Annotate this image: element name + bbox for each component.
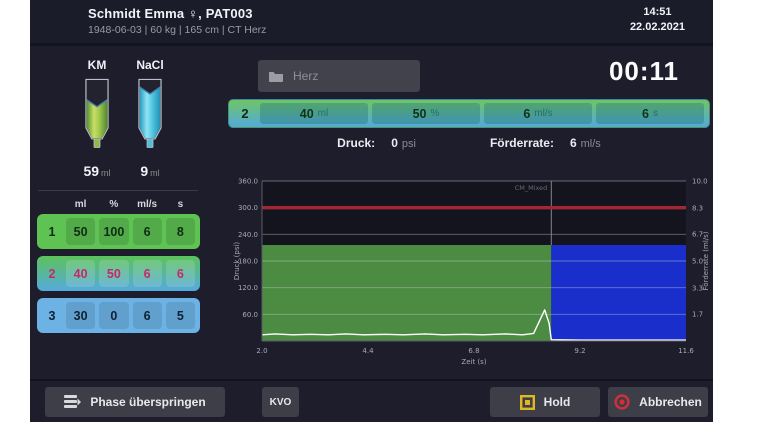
active-phase-duration: 6s — [596, 103, 704, 124]
col-header-seconds: s — [164, 199, 197, 210]
protocol-name: Herz — [293, 69, 318, 83]
svg-text:4.4: 4.4 — [362, 347, 374, 355]
phase3-seconds: 5 — [166, 302, 195, 329]
svg-text:300.0: 300.0 — [238, 204, 258, 212]
col-header-flow: ml/s — [131, 199, 164, 210]
footer-bar: Phase überspringen KVO Hold Abbrechen — [30, 379, 713, 422]
header-bar: Schmidt Emma ♀, PAT003 1948-06-03 | 60 k… — [30, 0, 713, 46]
gender-icon: ♀, — [188, 6, 202, 21]
active-phase-volume: 40ml — [260, 103, 368, 124]
datetime-block: 14:51 22.02.2021 — [630, 6, 685, 33]
syringe-nacl-graphic — [133, 76, 167, 156]
kvo-button[interactable]: KVO — [262, 387, 299, 417]
clock-time: 14:51 — [630, 6, 685, 18]
active-phase-number: 2 — [232, 106, 258, 121]
syringe-km-volume: 59ml — [67, 163, 127, 179]
skip-phase-button[interactable]: Phase überspringen — [45, 387, 225, 417]
patient-info: Schmidt Emma ♀, PAT003 1948-06-03 | 60 k… — [88, 6, 266, 36]
phase3-flow: 6 — [133, 302, 162, 329]
phase-row-1[interactable]: 1 50 100 6 8 — [37, 214, 200, 249]
live-values-row: Druck: 0 psi Förderrate: 6 ml/s — [228, 136, 710, 150]
phase1-ml: 50 — [66, 218, 95, 245]
svg-text:11.6: 11.6 — [678, 347, 694, 355]
phase-row-3[interactable]: 3 30 0 6 5 — [37, 298, 200, 333]
active-phase-percent: 50% — [372, 103, 480, 124]
clock-date: 22.02.2021 — [630, 21, 685, 33]
patient-id: PAT003 — [206, 6, 253, 21]
kvo-label: KVO — [270, 397, 292, 408]
syringe-nacl-volume: 9ml — [120, 163, 180, 179]
svg-text:Druck (psi): Druck (psi) — [233, 242, 241, 281]
pressure-readout: Druck: 0 psi — [337, 136, 416, 150]
phase3-ml: 30 — [66, 302, 95, 329]
svg-text:360.0: 360.0 — [238, 178, 258, 186]
phase1-seconds: 8 — [166, 218, 195, 245]
phase3-percent: 0 — [99, 302, 128, 329]
patient-name-line: Schmidt Emma ♀, PAT003 — [88, 6, 266, 21]
hold-icon — [520, 395, 535, 410]
injection-chart-svg: 360.0300.0240.0180.0120.060.010.08.36.75… — [230, 176, 713, 370]
svg-text:120.0: 120.0 — [238, 284, 258, 292]
hold-button[interactable]: Hold — [490, 387, 600, 417]
col-header-ml: ml — [64, 199, 97, 210]
phase-row-2-active[interactable]: 2 40 50 6 6 — [37, 256, 200, 291]
svg-text:9.2: 9.2 — [574, 347, 585, 355]
svg-text:Zeit (s): Zeit (s) — [461, 358, 486, 366]
active-phase-flow: 6ml/s — [484, 103, 592, 124]
cancel-button[interactable]: Abbrechen — [608, 387, 708, 417]
active-phase-bar: 2 40ml 50% 6ml/s 6s — [228, 99, 710, 128]
stop-icon — [614, 394, 630, 410]
syringe-km-graphic — [80, 76, 114, 156]
svg-text:60.0: 60.0 — [242, 311, 258, 319]
cancel-label: Abbrechen — [639, 395, 702, 409]
col-header-percent: % — [97, 199, 130, 210]
svg-text:10.0: 10.0 — [692, 178, 708, 186]
svg-text:2.0: 2.0 — [256, 347, 267, 355]
folder-icon — [268, 70, 284, 82]
svg-text:240.0: 240.0 — [238, 231, 258, 239]
patient-name: Schmidt Emma — [88, 6, 184, 21]
phase2-seconds: 6 — [166, 260, 195, 287]
svg-text:8.3: 8.3 — [692, 205, 703, 213]
syringe-nacl-label: NaCl — [120, 58, 180, 72]
injection-chart: 360.0300.0240.0180.0120.060.010.08.36.75… — [230, 176, 713, 370]
phase2-ml: 40 — [66, 260, 95, 287]
phase-program-table: ml % ml/s s 1 50 100 6 8 2 40 50 6 6 3 3… — [37, 199, 200, 340]
svg-text:CM_Mixed: CM_Mixed — [515, 184, 548, 192]
svg-text:6.8: 6.8 — [468, 347, 479, 355]
syringe-km-label: KM — [67, 58, 127, 72]
syringe-km[interactable]: KM 59ml — [67, 58, 127, 179]
phase2-flow: 6 — [133, 260, 162, 287]
hold-label: Hold — [544, 395, 571, 409]
svg-text:1.7: 1.7 — [692, 310, 703, 318]
elapsed-timer: 00:11 — [579, 56, 709, 87]
phase2-percent: 50 — [99, 260, 128, 287]
phase-table-header: ml % ml/s s — [37, 199, 200, 210]
svg-text:Förderrate (ml/s): Förderrate (ml/s) — [702, 231, 710, 290]
skip-phase-icon — [64, 395, 81, 409]
patient-details: 1948-06-03 | 60 kg | 165 cm | CT Herz — [88, 24, 266, 36]
phase1-flow: 6 — [133, 218, 162, 245]
flowrate-readout: Förderrate: 6 ml/s — [490, 136, 601, 150]
injector-app-window: Schmidt Emma ♀, PAT003 1948-06-03 | 60 k… — [30, 0, 713, 422]
left-panel-divider — [38, 190, 198, 191]
phase1-percent: 100 — [99, 218, 128, 245]
syringe-nacl[interactable]: NaCl 9ml — [120, 58, 180, 179]
skip-phase-label: Phase überspringen — [90, 395, 205, 409]
protocol-button[interactable]: Herz — [258, 60, 420, 92]
